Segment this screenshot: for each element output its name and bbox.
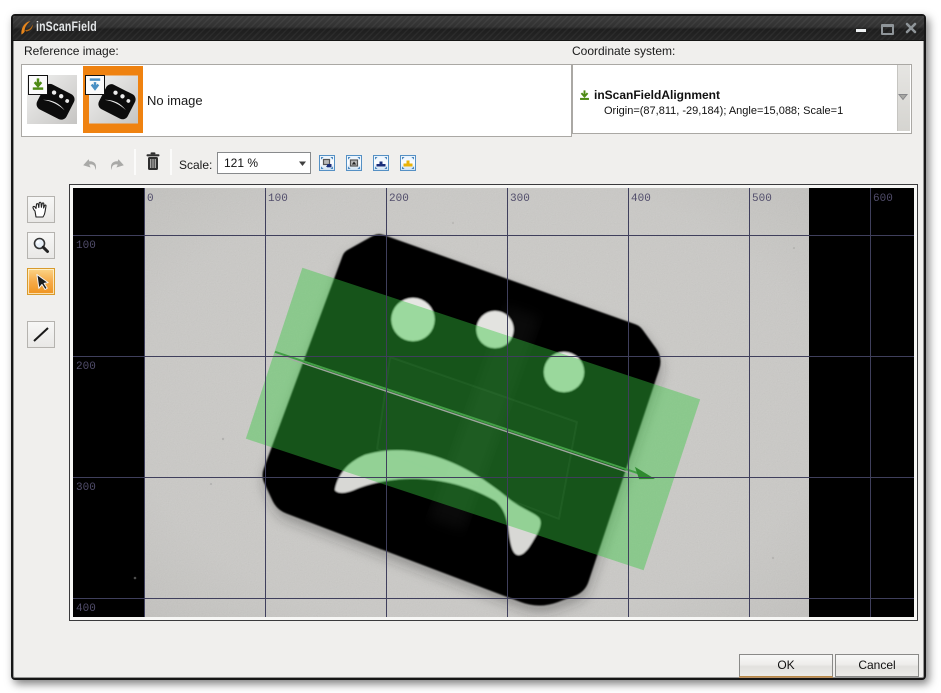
- svg-text:600: 600: [873, 193, 893, 205]
- svg-text:200: 200: [389, 193, 409, 205]
- svg-text:100: 100: [76, 240, 96, 252]
- svg-text:300: 300: [510, 193, 530, 205]
- svg-text:400: 400: [76, 603, 96, 615]
- svg-text:0: 0: [147, 193, 154, 205]
- svg-text:100: 100: [268, 193, 288, 205]
- svg-text:400: 400: [631, 193, 651, 205]
- svg-text:200: 200: [76, 361, 96, 373]
- svg-text:500: 500: [752, 193, 772, 205]
- svg-text:300: 300: [76, 482, 96, 494]
